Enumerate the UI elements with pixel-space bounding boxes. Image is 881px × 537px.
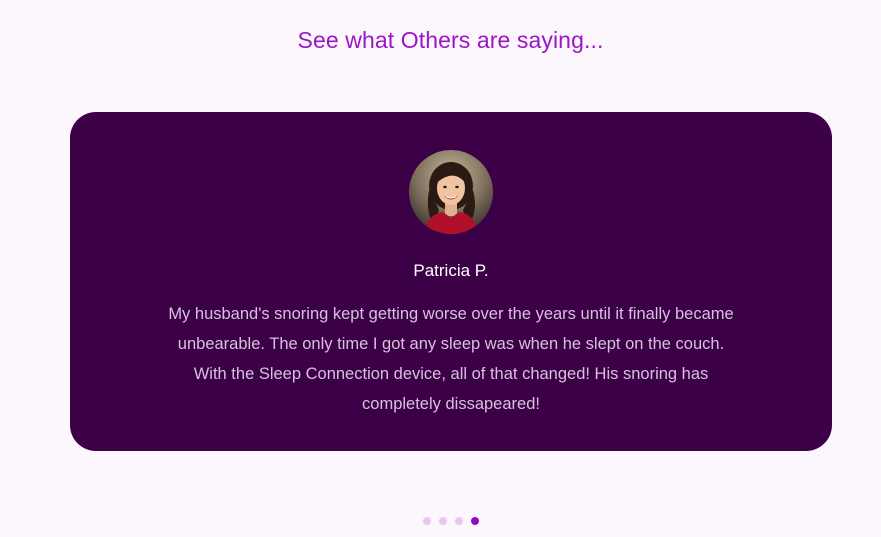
avatar [409, 150, 493, 234]
section-heading: See what Others are saying... [297, 27, 604, 53]
testimonial-card: Patricia P. My husband's snoring kept ge… [70, 112, 832, 451]
testimonial-quote: My husband's snoring kept getting worse … [168, 305, 734, 413]
carousel-pagination [0, 517, 881, 525]
carousel-dot-2[interactable] [438, 517, 447, 525]
carousel-dot-3[interactable] [454, 517, 463, 525]
woman-portrait-icon [409, 150, 493, 234]
carousel-dot-1[interactable] [422, 517, 431, 525]
reviewer-name: Patricia P. [413, 261, 489, 280]
carousel-dot-4[interactable] [470, 517, 479, 525]
